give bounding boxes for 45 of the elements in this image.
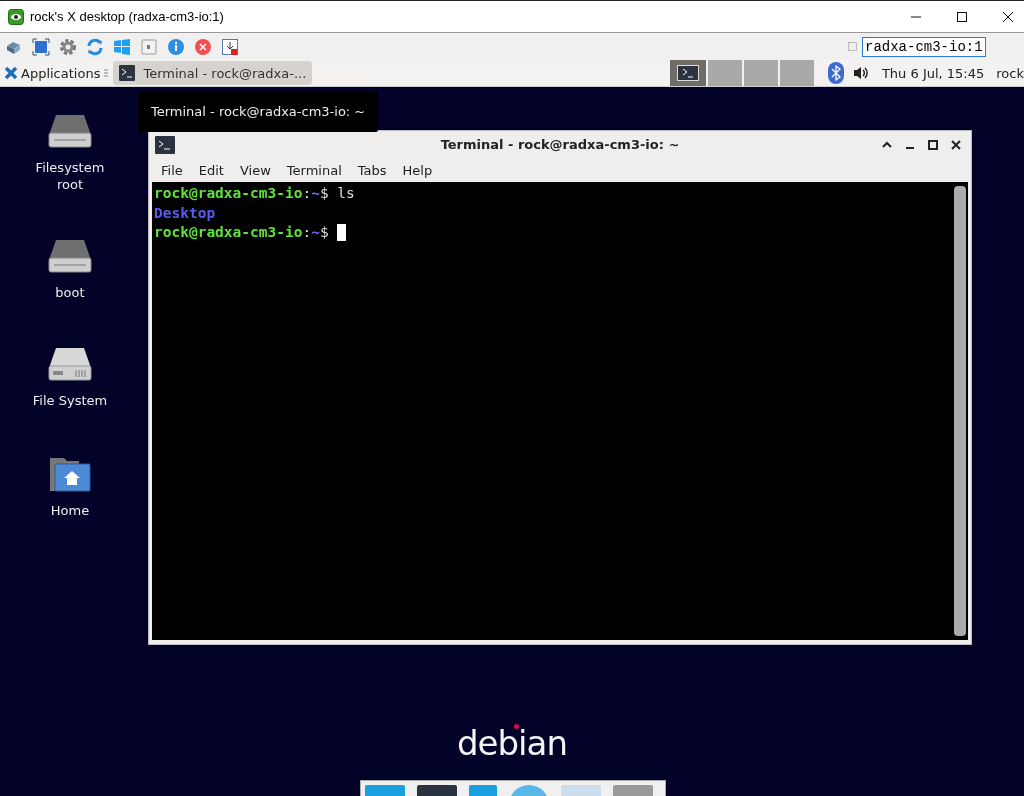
applications-menu[interactable]: Applications <box>0 65 105 81</box>
terminal-output: rock@radxa-cm3-io:~$ ls Desktop rock@radxa-cm3-io:~$ <box>153 184 356 244</box>
separator-icon <box>104 68 109 78</box>
menu-item[interactable]: Tabs <box>357 162 387 178</box>
close-icon[interactable] <box>951 139 961 150</box>
maximize-icon[interactable] <box>928 139 938 150</box>
drive-icon[interactable] <box>48 238 92 274</box>
menu-item[interactable]: Edit <box>198 162 224 178</box>
square-icon <box>848 42 857 51</box>
info-icon[interactable] <box>167 37 185 56</box>
display-field[interactable]: radxa-cm3-io:1 <box>862 36 986 57</box>
disconnect-icon[interactable] <box>194 37 212 56</box>
settings-icon[interactable] <box>59 37 77 56</box>
terminal-icon <box>119 65 136 81</box>
terminal-icon <box>155 135 175 154</box>
shade-icon[interactable] <box>882 139 892 150</box>
menu-item[interactable]: Help <box>402 162 433 178</box>
maximize-icon[interactable] <box>956 10 968 23</box>
fullscreen-icon[interactable] <box>32 37 50 56</box>
refresh-icon[interactable] <box>86 37 104 56</box>
desktop-icon-label[interactable]: boot <box>25 284 115 301</box>
bluetooth-icon[interactable] <box>827 62 844 84</box>
text-cursor <box>337 224 347 242</box>
workspace-button[interactable] <box>669 60 706 86</box>
terminal-icon <box>676 65 699 81</box>
window-title: Terminal - rock@radxa-cm3-io: ~ <box>440 137 680 152</box>
taskbar-button[interactable]: Terminal - rock@radxa-... <box>113 61 313 85</box>
user-name[interactable]: rock <box>996 65 1024 81</box>
window-title: rock's X desktop (radxa-cm3-io:1) <box>30 9 224 24</box>
drive-icon[interactable] <box>48 113 92 149</box>
close-icon[interactable] <box>1002 10 1014 23</box>
tooltip: Terminal - rock@radxa-cm3-io: ~ <box>138 91 379 132</box>
desktop-icon-label[interactable]: Filesystem root <box>25 159 115 193</box>
volume-icon[interactable] <box>851 65 870 81</box>
menu-item[interactable]: File <box>161 162 183 178</box>
menu-item[interactable]: Terminal <box>286 162 342 178</box>
menu-item[interactable]: View <box>239 162 271 178</box>
debian-logo: debian <box>457 723 567 763</box>
xfce-logo-icon <box>4 66 18 80</box>
clock[interactable]: Thu 6 Jul, 15:45 <box>881 65 985 81</box>
desktop-icon-label[interactable]: Home <box>25 502 115 519</box>
transfer-icon[interactable] <box>221 37 239 56</box>
hard-disk-icon[interactable] <box>48 346 92 382</box>
desktop-icon-label[interactable]: File System <box>25 392 115 409</box>
app-icon <box>8 8 24 25</box>
